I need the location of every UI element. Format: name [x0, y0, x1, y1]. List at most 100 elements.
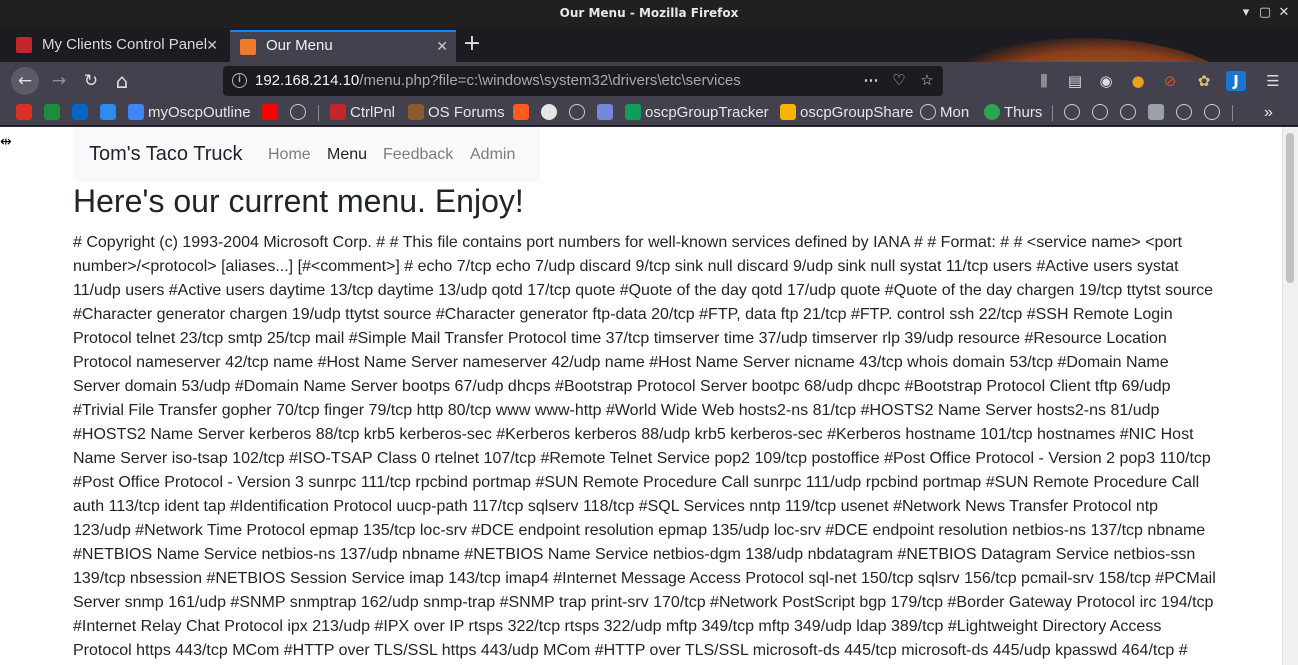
nav-link-feedback[interactable]: Feedback: [383, 146, 453, 164]
maximize-icon[interactable]: ▢: [1256, 4, 1274, 22]
cookie-icon[interactable]: ✿: [1194, 71, 1214, 91]
bookmark-separator: [1052, 105, 1053, 121]
bookmark-label: CtrlPnl: [350, 104, 396, 121]
github-icon: [541, 104, 557, 120]
page-scrollbar[interactable]: [1282, 127, 1298, 665]
globe-icon: [1064, 104, 1080, 120]
bookmark-globe[interactable]: [1204, 103, 1224, 123]
nav-link-admin[interactable]: Admin: [470, 146, 515, 164]
bolt-icon: [513, 104, 529, 120]
site-brand[interactable]: Tom's Taco Truck: [89, 143, 243, 166]
bookmark-label: myOscpOutline: [148, 104, 251, 121]
globe-icon: [1092, 104, 1108, 120]
drive-icon: [44, 104, 60, 120]
ctrlpnl-favicon-icon: [16, 37, 32, 53]
home-button[interactable]: ⌂: [108, 67, 136, 95]
bookmark-mon[interactable]: Mon: [920, 103, 969, 123]
bookmark-globe[interactable]: [290, 103, 310, 123]
extension-icon[interactable]: ●: [1128, 71, 1148, 91]
thurs-icon: [984, 104, 1000, 120]
discord-icon: [597, 104, 613, 120]
nav-link-menu[interactable]: Menu: [327, 146, 367, 164]
url-path: /menu.php?file=c:\windows\system32\drive…: [359, 72, 741, 89]
back-button[interactable]: ←: [11, 67, 39, 95]
onedrive-icon: [100, 104, 116, 120]
tab-my-clients-control-panel[interactable]: My Clients Control Panel ✕: [6, 30, 226, 62]
sidebar-icon[interactable]: ▤: [1065, 71, 1085, 91]
bookmark-label: Thurs: [1004, 104, 1043, 121]
forums-icon: [408, 104, 424, 120]
outlook-icon: [72, 104, 88, 120]
scrollbar-thumb[interactable]: [1286, 133, 1294, 283]
hamburger-menu-icon[interactable]: ☰: [1263, 71, 1283, 91]
bookmark-globe[interactable]: [1092, 103, 1112, 123]
close-window-icon[interactable]: ✕: [1275, 4, 1293, 22]
bookmark-label: oscpGroupTracker: [645, 104, 769, 121]
bookmark-globe[interactable]: [1176, 103, 1196, 123]
blocker-icon[interactable]: ⊘: [1160, 71, 1180, 91]
url-bar[interactable]: i 192.168.214.10/menu.php?file=c:\window…: [223, 66, 943, 96]
tab-our-menu[interactable]: Our Menu ✕: [230, 30, 456, 62]
close-tab-icon[interactable]: ✕: [436, 32, 448, 60]
globe-icon: [1120, 104, 1136, 120]
tab-strip: My Clients Control Panel ✕ Our Menu ✕ +: [0, 28, 1298, 62]
bookmark-label: OS Forums: [428, 104, 505, 121]
firefox-logo-decoration: [920, 38, 1250, 62]
bookmark-star-icon[interactable]: ☆: [915, 66, 939, 96]
close-tab-icon[interactable]: ✕: [206, 30, 218, 60]
bookmarks-toolbar: myOscpOutline CtrlPnl OS Forums oscpGrou…: [0, 100, 1298, 126]
gmail-icon: [16, 104, 32, 120]
bookmark-oscpgrouptracker[interactable]: oscpGroupTracker: [625, 103, 769, 123]
bookmark-globe[interactable]: [569, 103, 589, 123]
bookmark-car[interactable]: [1148, 103, 1168, 123]
j-extension-icon[interactable]: J: [1226, 71, 1246, 91]
drive-icon: [780, 104, 796, 120]
bookmark-discord[interactable]: [597, 103, 617, 123]
bookmarks-overflow-chevron-icon[interactable]: »: [1264, 103, 1273, 123]
bookmark-drive[interactable]: [44, 103, 64, 123]
library-icon[interactable]: ⫼: [1034, 71, 1054, 91]
mouse-cursor-icon: ⇹: [0, 134, 12, 150]
bookmark-gmail[interactable]: [16, 103, 36, 123]
site-navbar: Tom's Taco Truck Home Menu Feedback Admi…: [73, 127, 540, 182]
page-viewport: ⇹ Tom's Taco Truck Home Menu Feedback Ad…: [0, 127, 1298, 665]
bookmark-globe[interactable]: [1120, 103, 1140, 123]
tracker-icon: [625, 104, 641, 120]
bookmark-bolt[interactable]: [513, 103, 533, 123]
globe-icon: [1204, 104, 1220, 120]
bookmark-github[interactable]: [541, 103, 561, 123]
youtube-icon: [262, 104, 278, 120]
url-text[interactable]: 192.168.214.10/menu.php?file=c:\windows\…: [255, 66, 741, 96]
new-tab-button[interactable]: +: [460, 30, 484, 60]
forward-button[interactable]: →: [45, 67, 73, 95]
bookmark-myoscpoutline[interactable]: myOscpOutline: [128, 103, 251, 123]
globe-icon: [290, 104, 306, 120]
globe-icon: [1176, 104, 1192, 120]
account-icon[interactable]: ◉: [1096, 71, 1116, 91]
tab-label: Our Menu: [266, 37, 333, 54]
bookmark-label: oscpGroupShare: [800, 104, 914, 121]
bookmark-thurs[interactable]: Thurs: [984, 103, 1042, 123]
window-title: Our Menu - Mozilla Firefox: [559, 6, 739, 20]
bookmark-globe[interactable]: [1064, 103, 1084, 123]
reload-button[interactable]: ↻: [77, 67, 105, 95]
pocket-icon[interactable]: ♡: [887, 66, 911, 96]
page-heading: Here's our current menu. Enjoy!: [73, 183, 524, 219]
bookmark-outlook[interactable]: [72, 103, 92, 123]
bookmark-ctrlpnl[interactable]: CtrlPnl: [330, 103, 395, 123]
site-info-icon[interactable]: i: [232, 73, 247, 88]
bookmark-oscpgroupshare[interactable]: oscpGroupShare: [780, 103, 913, 123]
bookmark-label: Mon: [940, 104, 970, 121]
globe-icon: [920, 104, 936, 120]
ctrlpnl-icon: [330, 104, 346, 120]
bookmark-youtube[interactable]: [262, 103, 282, 123]
minimize-icon[interactable]: ▾: [1237, 4, 1255, 22]
page-actions-icon[interactable]: ⋯: [859, 66, 883, 96]
bookmark-onedrive[interactable]: [100, 103, 120, 123]
globe-icon: [569, 104, 585, 120]
menu-favicon-icon: [240, 39, 256, 55]
menu-file-content: # Copyright (c) 1993-2004 Microsoft Corp…: [73, 234, 1216, 659]
nav-link-home[interactable]: Home: [268, 146, 311, 164]
bookmark-os-forums[interactable]: OS Forums: [408, 103, 505, 123]
car-icon: [1148, 104, 1164, 120]
